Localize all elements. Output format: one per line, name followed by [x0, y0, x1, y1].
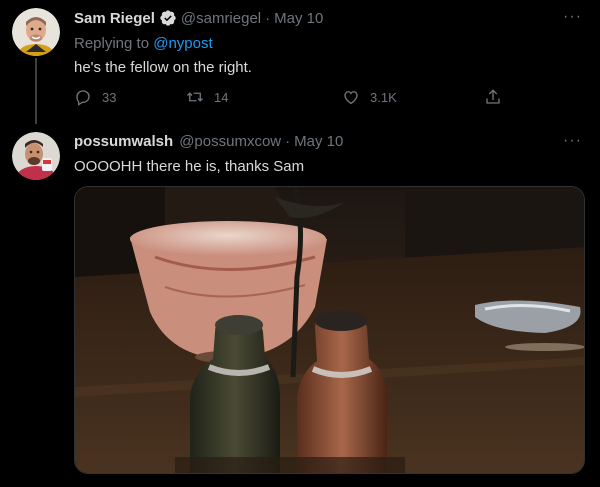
more-icon[interactable]: ···: [563, 8, 582, 26]
more-icon[interactable]: ···: [563, 132, 582, 150]
verified-icon: [159, 9, 177, 27]
avatar-possumwalsh[interactable]: [12, 132, 60, 180]
author-name[interactable]: possumwalsh: [74, 133, 173, 150]
photo-salt-pepper-shakers: [75, 187, 584, 473]
tweet-date[interactable]: May 10: [294, 133, 343, 150]
retweet-button[interactable]: 14: [186, 88, 228, 106]
thread-line: [35, 58, 37, 124]
reply-count: 33: [102, 89, 117, 105]
author-handle[interactable]: @samriegel: [181, 10, 261, 27]
tweet-sam-riegel[interactable]: Sam Riegel @samriegel · May 10 ··· Reply…: [0, 0, 600, 124]
replying-to-mention[interactable]: @nypost: [153, 35, 212, 52]
reply-icon: [76, 90, 90, 106]
like-count: 3.1K: [370, 89, 397, 105]
separator-dot: ·: [265, 9, 271, 27]
author-handle[interactable]: @possumxcow: [179, 133, 281, 150]
tweet-date[interactable]: May 10: [274, 10, 323, 27]
author-name[interactable]: Sam Riegel: [74, 10, 155, 27]
replying-to: Replying to @nypost: [74, 35, 213, 52]
share-icon: [486, 89, 500, 104]
tweet-text: he's the fellow on the right.: [74, 59, 252, 76]
tweet-header: possumwalsh @possumxcow · May 10: [74, 133, 343, 150]
tweet-header: Sam Riegel @samriegel · May 10: [74, 9, 323, 27]
share-button[interactable]: [484, 88, 512, 106]
like-button[interactable]: 3.1K: [342, 88, 397, 106]
tweet-photo[interactable]: [74, 186, 585, 474]
replying-to-label: Replying to: [74, 35, 154, 52]
tweet-text: OOOOHH there he is, thanks Sam: [74, 158, 305, 175]
separator-dot: ·: [285, 133, 291, 150]
avatar-sam-riegel[interactable]: [12, 8, 60, 56]
like-icon: [344, 91, 358, 105]
retweet-count: 14: [214, 89, 229, 105]
tweet-actions: 33 14 3.1K: [74, 88, 514, 108]
retweet-icon: [187, 92, 203, 102]
reply-button[interactable]: 33: [74, 88, 116, 106]
